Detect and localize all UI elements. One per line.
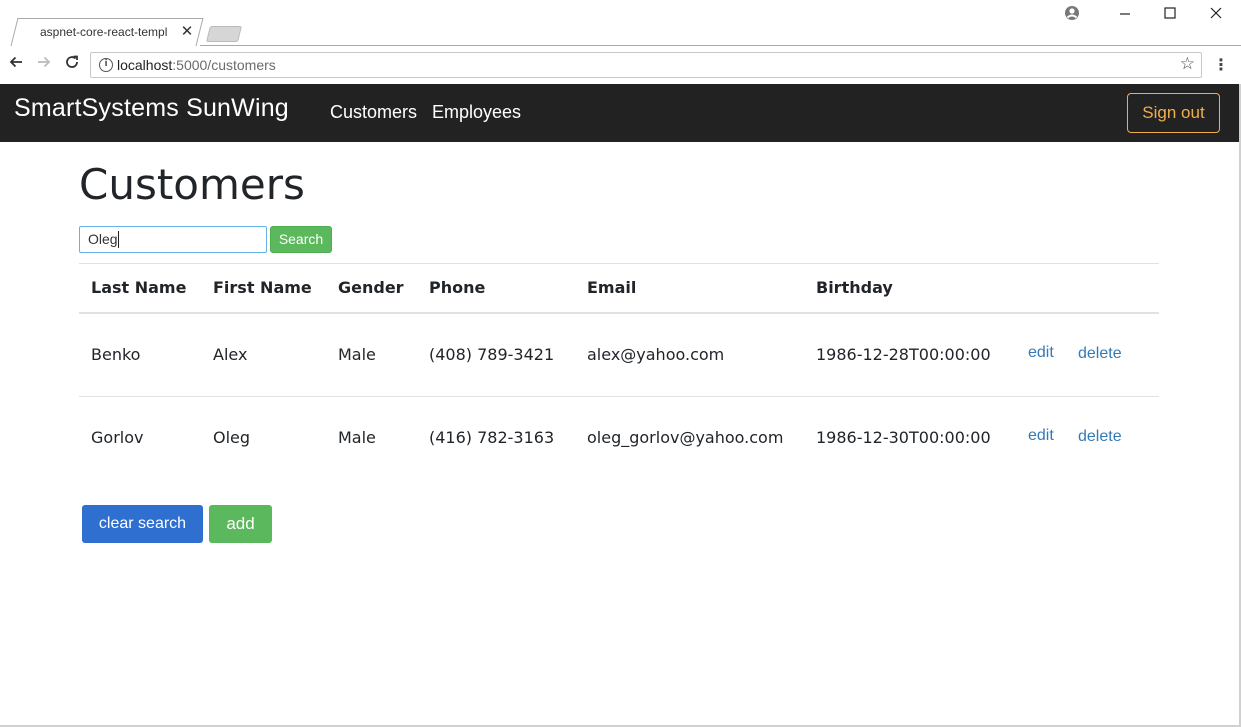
reload-icon[interactable] (61, 54, 83, 76)
cell-first-name: Alex (213, 345, 248, 364)
edit-link[interactable]: edit (1028, 344, 1054, 362)
browser-tab-strip: aspnet-core-react-templ ✕ (0, 0, 1241, 46)
info-icon[interactable]: i (99, 58, 113, 72)
cell-email: alex@yahoo.com (587, 345, 725, 364)
column-header-first-name: First Name (213, 278, 312, 297)
column-header-gender: Gender (338, 278, 404, 297)
minimize-icon[interactable] (1113, 5, 1137, 25)
forward-arrow-icon[interactable] (33, 54, 55, 76)
cell-birthday: 1986-12-30T00:00:00 (816, 428, 991, 447)
cell-phone: (416) 782-3163 (429, 428, 555, 447)
sign-out-button[interactable]: Sign out (1127, 93, 1220, 133)
column-header-last-name: Last Name (91, 278, 187, 297)
url-path: :5000/customers (172, 57, 276, 73)
cell-phone: (408) 789-3421 (429, 345, 555, 364)
edit-link[interactable]: edit (1028, 427, 1054, 445)
table-top-border (79, 263, 1159, 264)
page-title: Customers (79, 160, 305, 209)
cell-gender: Male (338, 428, 376, 447)
nav-link-employees[interactable]: Employees (432, 102, 521, 123)
star-icon[interactable]: ☆ (1180, 54, 1195, 74)
row-divider (79, 396, 1159, 397)
cell-last-name: Benko (91, 345, 141, 364)
delete-link[interactable]: delete (1078, 345, 1122, 363)
tab-close-icon[interactable]: ✕ (180, 23, 194, 39)
add-button[interactable]: add (209, 505, 272, 543)
address-bar[interactable]: i localhost:5000/customers ☆ (90, 52, 1202, 78)
text-caret (118, 231, 119, 248)
brand-link[interactable]: SmartSystems SunWing (14, 94, 289, 123)
kebab-menu-icon[interactable]: ⋮ (1212, 54, 1230, 76)
search-input-value: Oleg (88, 231, 118, 247)
clear-search-button[interactable]: clear search (82, 505, 203, 543)
url-text[interactable]: localhost:5000/customers (117, 57, 276, 73)
delete-link[interactable]: delete (1078, 428, 1122, 446)
cell-birthday: 1986-12-28T00:00:00 (816, 345, 991, 364)
cell-first-name: Oleg (213, 428, 251, 447)
cell-last-name: Gorlov (91, 428, 144, 447)
browser-toolbar: i localhost:5000/customers ☆ ⋮ (0, 46, 1241, 84)
column-header-email: Email (587, 278, 637, 297)
header-divider (79, 312, 1159, 314)
close-icon[interactable] (1204, 5, 1228, 25)
search-button[interactable]: Search (270, 226, 332, 253)
column-header-phone: Phone (429, 278, 486, 297)
app-navbar: SmartSystems SunWing Customers Employees… (0, 84, 1239, 142)
maximize-icon[interactable] (1158, 5, 1182, 25)
column-header-birthday: Birthday (816, 278, 893, 297)
back-arrow-icon[interactable] (5, 54, 27, 76)
nav-link-customers[interactable]: Customers (330, 102, 417, 123)
search-input[interactable]: Oleg (79, 226, 267, 253)
url-host: localhost (117, 57, 173, 73)
cell-gender: Male (338, 345, 376, 364)
browser-tab-title[interactable]: aspnet-core-react-templ (40, 25, 200, 43)
new-tab-button[interactable] (206, 26, 242, 42)
profile-icon[interactable] (1060, 5, 1084, 25)
cell-email: oleg_gorlov@yahoo.com (587, 428, 784, 447)
